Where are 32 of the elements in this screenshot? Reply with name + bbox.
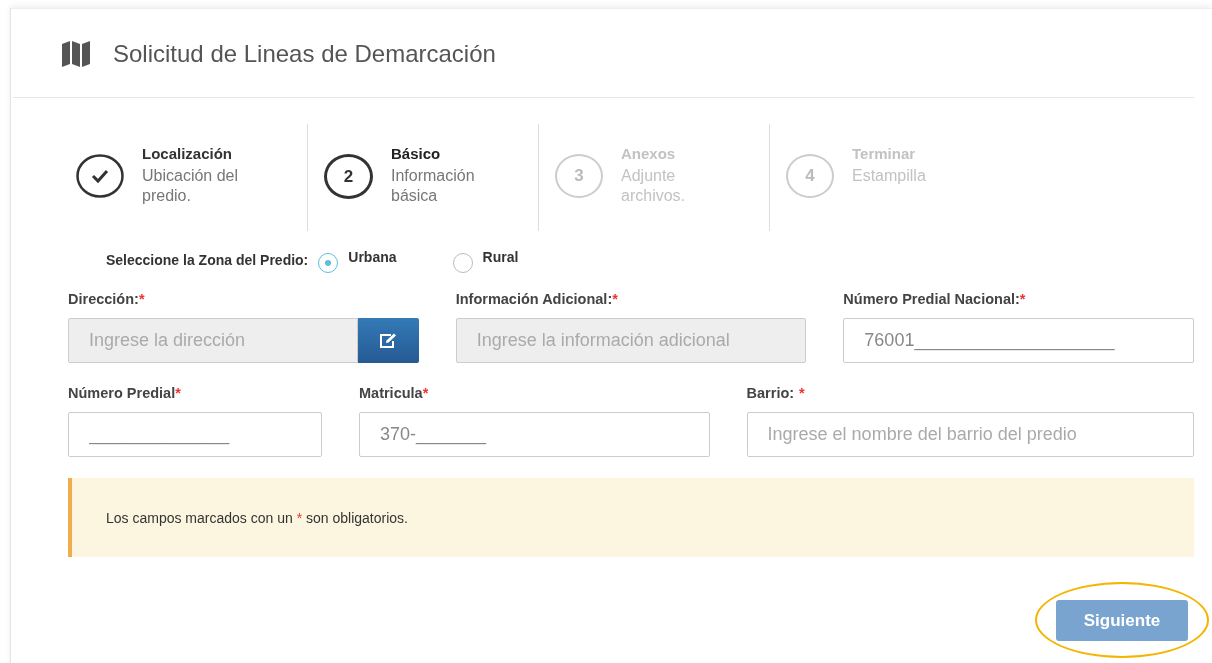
- page-title: Solicitud de Lineas de Demarcación: [113, 40, 496, 68]
- step-subtitle: Adjunte archivos.: [621, 166, 687, 206]
- input-field[interactable]: Ingrese el nombre del barrio del predio: [746, 412, 1194, 457]
- field-label: Número Predial*: [68, 385, 182, 403]
- field-label: Número Predial Nacional:*: [843, 291, 1027, 309]
- edit-button[interactable]: [357, 318, 419, 363]
- field-label: Matricula*: [359, 385, 430, 403]
- next-button[interactable]: Siguiente: [1056, 600, 1188, 641]
- step-subtitle: Información básica: [391, 166, 476, 206]
- map-icon: [61, 41, 91, 67]
- notice-text: Los campos marcados con un * son obligatorios.: [106, 509, 408, 526]
- wizard-step[interactable]: 2 Básico Información básica: [307, 124, 554, 231]
- step-number: 3: [555, 154, 603, 198]
- zone-label: Seleccione la Zona del Predio:: [106, 252, 309, 268]
- field-label: Información Adicional:*: [455, 291, 619, 309]
- field-label: Dirección:*: [68, 291, 146, 309]
- step-number: 4: [786, 154, 834, 198]
- step-title: Básico: [391, 145, 442, 162]
- step-subtitle: Estampilla: [852, 166, 927, 186]
- step-number: 2: [324, 154, 373, 199]
- step-title: Localización: [142, 145, 234, 162]
- radio-label[interactable]: Urbana: [348, 249, 397, 265]
- step-title: Anexos: [621, 145, 677, 162]
- step-title: Terminar: [852, 145, 917, 162]
- check-icon: [76, 154, 124, 198]
- input-field[interactable]: ______________: [68, 412, 322, 457]
- input-field[interactable]: 370-_______: [359, 412, 710, 457]
- radio-label[interactable]: Rural: [482, 249, 519, 265]
- field-label: Barrio: *: [746, 385, 806, 403]
- input-field[interactable]: 76001____________________: [843, 318, 1194, 363]
- step-subtitle: Ubicación del predio.: [142, 166, 240, 206]
- edit-icon: [379, 332, 398, 349]
